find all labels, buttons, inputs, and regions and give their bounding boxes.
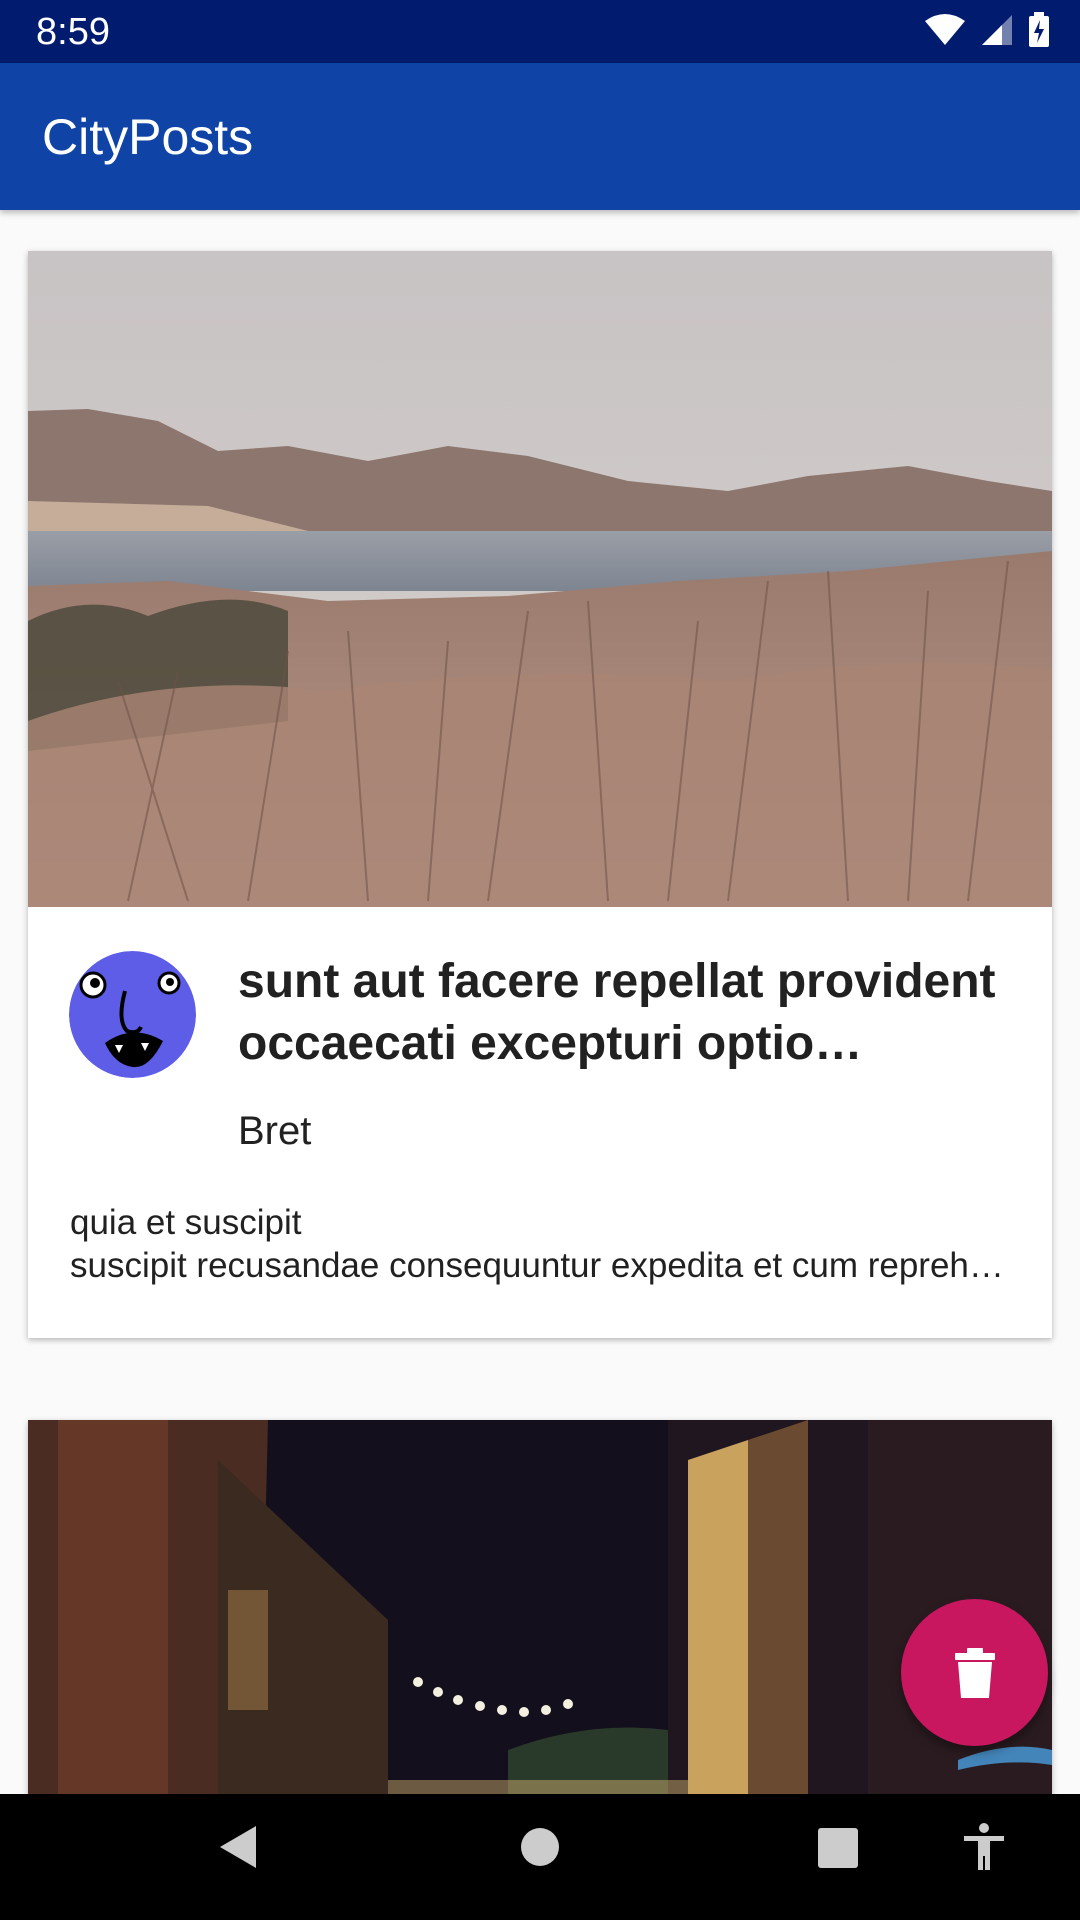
- home-icon[interactable]: [518, 1822, 562, 1872]
- status-bar: 8:59: [0, 0, 1080, 63]
- post-feed[interactable]: sunt aut facere repellat provident occae…: [0, 210, 1080, 1794]
- app-bar: CityPosts: [0, 63, 1080, 210]
- delete-icon: [954, 1647, 995, 1698]
- post-body-line: suscipit recusandae consequuntur expedit…: [70, 1246, 1020, 1285]
- delete-button[interactable]: [901, 1599, 1048, 1746]
- navigation-bar: [0, 1794, 1080, 1920]
- signal-icon: [982, 15, 1012, 45]
- status-icons: [924, 12, 1050, 48]
- post-body-line: quia et suscipit: [70, 1203, 302, 1242]
- post-author: Bret: [238, 1109, 312, 1153]
- app-title: CityPosts: [42, 109, 254, 165]
- accessibility-icon[interactable]: [962, 1822, 1006, 1872]
- battery-charging-icon: [1029, 12, 1049, 47]
- post-image: [28, 251, 1052, 907]
- status-time: 8:59: [36, 11, 110, 53]
- post-title: sunt aut facere repellat provident occae…: [238, 955, 996, 1070]
- author-avatar[interactable]: [69, 951, 196, 1078]
- post-image: [28, 1420, 1052, 1794]
- back-icon[interactable]: [216, 1822, 262, 1872]
- wifi-icon: [925, 14, 965, 45]
- post-card[interactable]: [28, 1420, 1052, 1794]
- post-card[interactable]: sunt aut facere repellat provident occae…: [28, 251, 1052, 1338]
- recents-icon[interactable]: [816, 1822, 860, 1872]
- post-body: quia et suscipit suscipit recusandae con…: [70, 1201, 1020, 1287]
